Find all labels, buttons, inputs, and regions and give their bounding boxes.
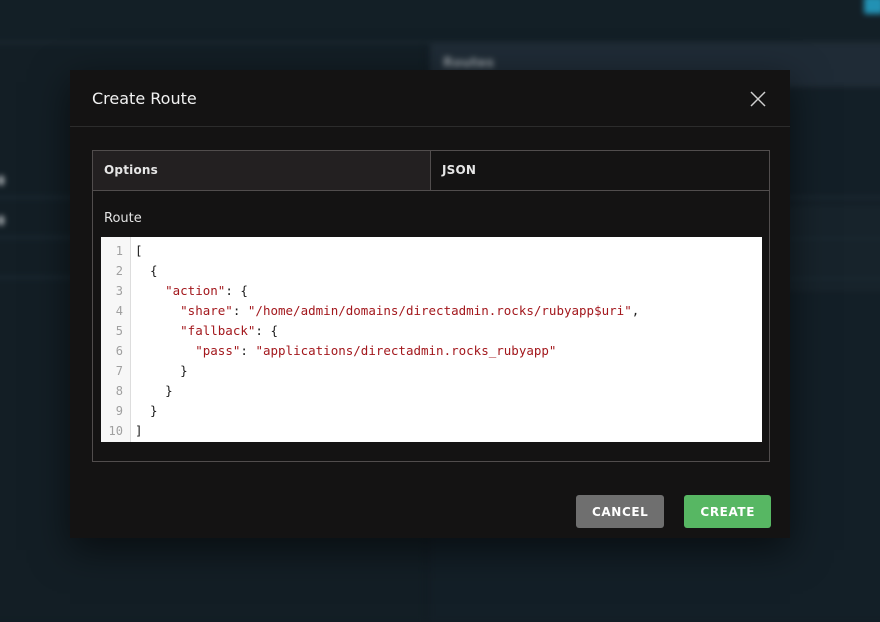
create-route-modal: Create Route Options JSON Route 12345678…: [70, 70, 790, 538]
code-plain-token: [135, 323, 180, 338]
close-icon[interactable]: [744, 85, 772, 113]
code-string-token: "fallback": [180, 323, 255, 338]
code-string-token: "action": [165, 283, 225, 298]
line-number: 8: [101, 381, 130, 401]
modal-title: Create Route: [92, 70, 197, 127]
line-number: 2: [101, 261, 130, 281]
code-plain-token: ,: [632, 303, 640, 318]
code-plain-token: :: [233, 303, 248, 318]
line-number: 7: [101, 361, 130, 381]
code-line[interactable]: {: [135, 261, 762, 281]
code-line[interactable]: }: [135, 361, 762, 381]
modal-header: Create Route: [70, 70, 790, 127]
code-line[interactable]: "share": "/home/admin/domains/directadmi…: [135, 301, 762, 321]
create-button[interactable]: CREATE: [684, 495, 771, 528]
code-line[interactable]: }: [135, 401, 762, 421]
tab-bar: Options JSON: [93, 151, 769, 191]
code-line[interactable]: "fallback": {: [135, 321, 762, 341]
code-editor[interactable]: 12345678910 [ { "action": { "share": "/h…: [101, 237, 762, 442]
code-plain-token: : {: [255, 323, 278, 338]
code-plain-token: }: [135, 363, 188, 378]
line-number: 3: [101, 281, 130, 301]
code-line[interactable]: ]: [135, 421, 762, 441]
code-plain-token: :: [240, 343, 255, 358]
code-plain-token: [135, 283, 165, 298]
route-form-box: Options JSON Route 12345678910 [ { "acti…: [92, 150, 770, 462]
code-plain-token: ]: [135, 423, 143, 438]
line-number: 1: [101, 241, 130, 261]
code-plain-token: {: [135, 263, 158, 278]
code-plain-token: [135, 303, 180, 318]
code-plain-token: }: [135, 403, 158, 418]
code-plain-token: : {: [225, 283, 248, 298]
line-number: 9: [101, 401, 130, 421]
tab-json[interactable]: JSON: [431, 151, 769, 190]
code-line[interactable]: "action": {: [135, 281, 762, 301]
code-string-token: "pass": [195, 343, 240, 358]
code-string-token: "share": [180, 303, 233, 318]
modal-footer: CANCEL CREATE: [576, 495, 771, 528]
line-number: 10: [101, 421, 130, 441]
line-number: 5: [101, 321, 130, 341]
cancel-button[interactable]: CANCEL: [576, 495, 664, 528]
code-line[interactable]: }: [135, 381, 762, 401]
line-number: 6: [101, 341, 130, 361]
code-plain-token: [135, 343, 195, 358]
code-line[interactable]: "pass": "applications/directadmin.rocks_…: [135, 341, 762, 361]
code-string-token: "/home/admin/domains/directadmin.rocks/r…: [248, 303, 632, 318]
code-line[interactable]: [: [135, 241, 762, 261]
tab-options[interactable]: Options: [93, 151, 431, 190]
code-plain-token: }: [135, 383, 173, 398]
editor-code: [ { "action": { "share": "/home/admin/do…: [131, 237, 762, 442]
code-string-token: "applications/directadmin.rocks_rubyapp": [255, 343, 556, 358]
editor-gutter: 12345678910: [101, 237, 131, 442]
code-plain-token: [: [135, 243, 143, 258]
app-stage: Routes Create Route Options JSON: [0, 0, 880, 622]
route-field-label: Route: [104, 211, 142, 226]
line-number: 4: [101, 301, 130, 321]
